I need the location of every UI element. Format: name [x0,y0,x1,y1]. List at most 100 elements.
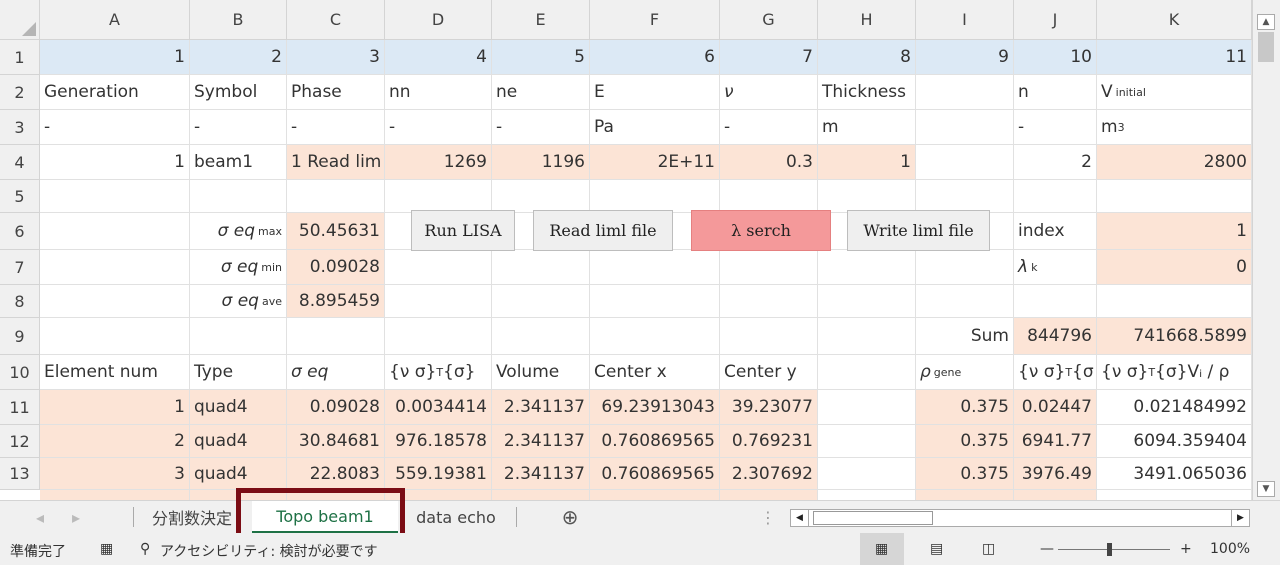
zoom-slider[interactable] [1058,549,1170,550]
cell-h1[interactable]: 8 [818,40,916,75]
cell-k4[interactable]: 2800 [1097,145,1252,180]
column-header-k[interactable]: K [1097,0,1252,40]
cell-c10[interactable]: σ eq [287,355,385,390]
cell-h10[interactable] [818,355,916,390]
cell-a13[interactable]: 3 [40,458,190,490]
zoom-level[interactable]: 100% [1210,541,1250,557]
cell-g7[interactable] [720,250,818,285]
column-header-e[interactable]: E [492,0,590,40]
cell-h14[interactable] [818,490,916,500]
cell-f5[interactable] [590,180,720,213]
zoom-slider-thumb[interactable] [1107,543,1112,556]
cell-b5[interactable] [190,180,287,213]
cell-h12[interactable] [818,425,916,458]
cell-e8[interactable] [492,285,590,318]
row-header-10[interactable]: 10 [0,355,40,390]
row-header-3[interactable]: 3 [0,110,40,145]
column-header-g[interactable]: G [720,0,818,40]
cell-j4[interactable]: 2 [1014,145,1097,180]
cell-d5[interactable] [385,180,492,213]
cell-d10[interactable]: {ν σ} T {σ} [385,355,492,390]
cell-b2[interactable]: Symbol [190,75,287,110]
cell-k3[interactable]: m3 [1097,110,1252,145]
cell-b13[interactable]: quad4 [190,458,287,490]
page-break-view-icon[interactable]: ◫ [982,541,995,557]
cell-a12[interactable]: 2 [40,425,190,458]
cell-c6[interactable]: 50.45631 [287,213,385,250]
cell-f12[interactable]: 0.760869565 [590,425,720,458]
cell-j2[interactable]: n [1014,75,1097,110]
row-header-11[interactable]: 11 [0,390,40,425]
cell-b4[interactable]: beam1 [190,145,287,180]
cell-a14[interactable] [40,490,190,500]
cell-a1[interactable]: 1 [40,40,190,75]
cell-c8[interactable]: 8.895459 [287,285,385,318]
write-liml-file-button[interactable]: Write liml file [847,210,990,251]
cell-c1[interactable]: 3 [287,40,385,75]
cell-h7[interactable] [818,250,916,285]
cell-c12[interactable]: 30.84681 [287,425,385,458]
tab-scroll-right-icon[interactable]: ▸ [66,501,86,533]
cell-d1[interactable]: 4 [385,40,492,75]
cell-a7[interactable] [40,250,190,285]
cell-f4[interactable]: 2E+11 [590,145,720,180]
cell-g4[interactable]: 0.3 [720,145,818,180]
macro-record-icon[interactable]: ▦ [100,541,113,557]
cell-f7[interactable] [590,250,720,285]
cell-e4[interactable]: 1196 [492,145,590,180]
cell-f2[interactable]: E [590,75,720,110]
column-header-a[interactable]: A [40,0,190,40]
scroll-right-icon[interactable]: ▶ [1231,510,1249,526]
cell-b10[interactable]: Type [190,355,287,390]
row-header-8[interactable]: 8 [0,285,40,318]
cell-k1[interactable]: 11 [1097,40,1252,75]
add-sheet-icon[interactable]: ⊕ [557,501,583,533]
lambda-search-button[interactable]: λ serch [691,210,831,251]
cell-j11[interactable]: 0.02447 [1014,390,1097,425]
cell-a2[interactable]: Generation [40,75,190,110]
cell-a11[interactable]: 1 [40,390,190,425]
cell-k12[interactable]: 6094.359404 [1097,425,1252,458]
cell-j6[interactable]: index [1014,213,1097,250]
cell-i14[interactable] [916,490,1014,500]
cell-g9[interactable] [720,318,818,355]
row-header-1[interactable]: 1 [0,40,40,75]
cell-e5[interactable] [492,180,590,213]
cell-h3[interactable]: m [818,110,916,145]
run-lisa-button[interactable]: Run LISA [411,210,515,251]
cell-e10[interactable]: Volume [492,355,590,390]
cell-k11[interactable]: 0.021484992 [1097,390,1252,425]
cell-f3[interactable]: Pa [590,110,720,145]
cell-f14[interactable] [590,490,720,500]
row-header-5[interactable]: 5 [0,180,40,213]
cell-a9[interactable] [40,318,190,355]
cell-d11[interactable]: 0.0034414 [385,390,492,425]
cell-c11[interactable]: 0.09028 [287,390,385,425]
row-header-2[interactable]: 2 [0,75,40,110]
horizontal-scrollbar[interactable]: ◀ ▶ [790,509,1250,527]
cell-j14[interactable] [1014,490,1097,500]
scroll-down-icon[interactable]: ▼ [1257,481,1275,497]
column-header-b[interactable]: B [190,0,287,40]
cell-g14[interactable] [720,490,818,500]
cell-i5[interactable] [916,180,1014,213]
cell-b8[interactable]: σ eq ave [190,285,287,318]
cell-d9[interactable] [385,318,492,355]
cell-e9[interactable] [492,318,590,355]
cell-f10[interactable]: Center x [590,355,720,390]
column-header-i[interactable]: I [916,0,1014,40]
column-header-d[interactable]: D [385,0,492,40]
cell-b14[interactable] [190,490,287,500]
cell-a4[interactable]: 1 [40,145,190,180]
accessibility-status[interactable]: アクセシビリティ: 検討が必要です [160,541,378,561]
normal-view-icon[interactable]: ▦ [875,541,888,557]
row-header-9[interactable]: 9 [0,318,40,355]
cell-e7[interactable] [492,250,590,285]
cell-d8[interactable] [385,285,492,318]
cell-b3[interactable]: - [190,110,287,145]
cell-j9[interactable]: 844796 [1014,318,1097,355]
cell-j10[interactable]: {ν σ} T {σ [1014,355,1097,390]
cell-b6[interactable]: σ eq max [190,213,287,250]
cell-i10[interactable]: ρ gene [916,355,1014,390]
cell-i7[interactable] [916,250,1014,285]
